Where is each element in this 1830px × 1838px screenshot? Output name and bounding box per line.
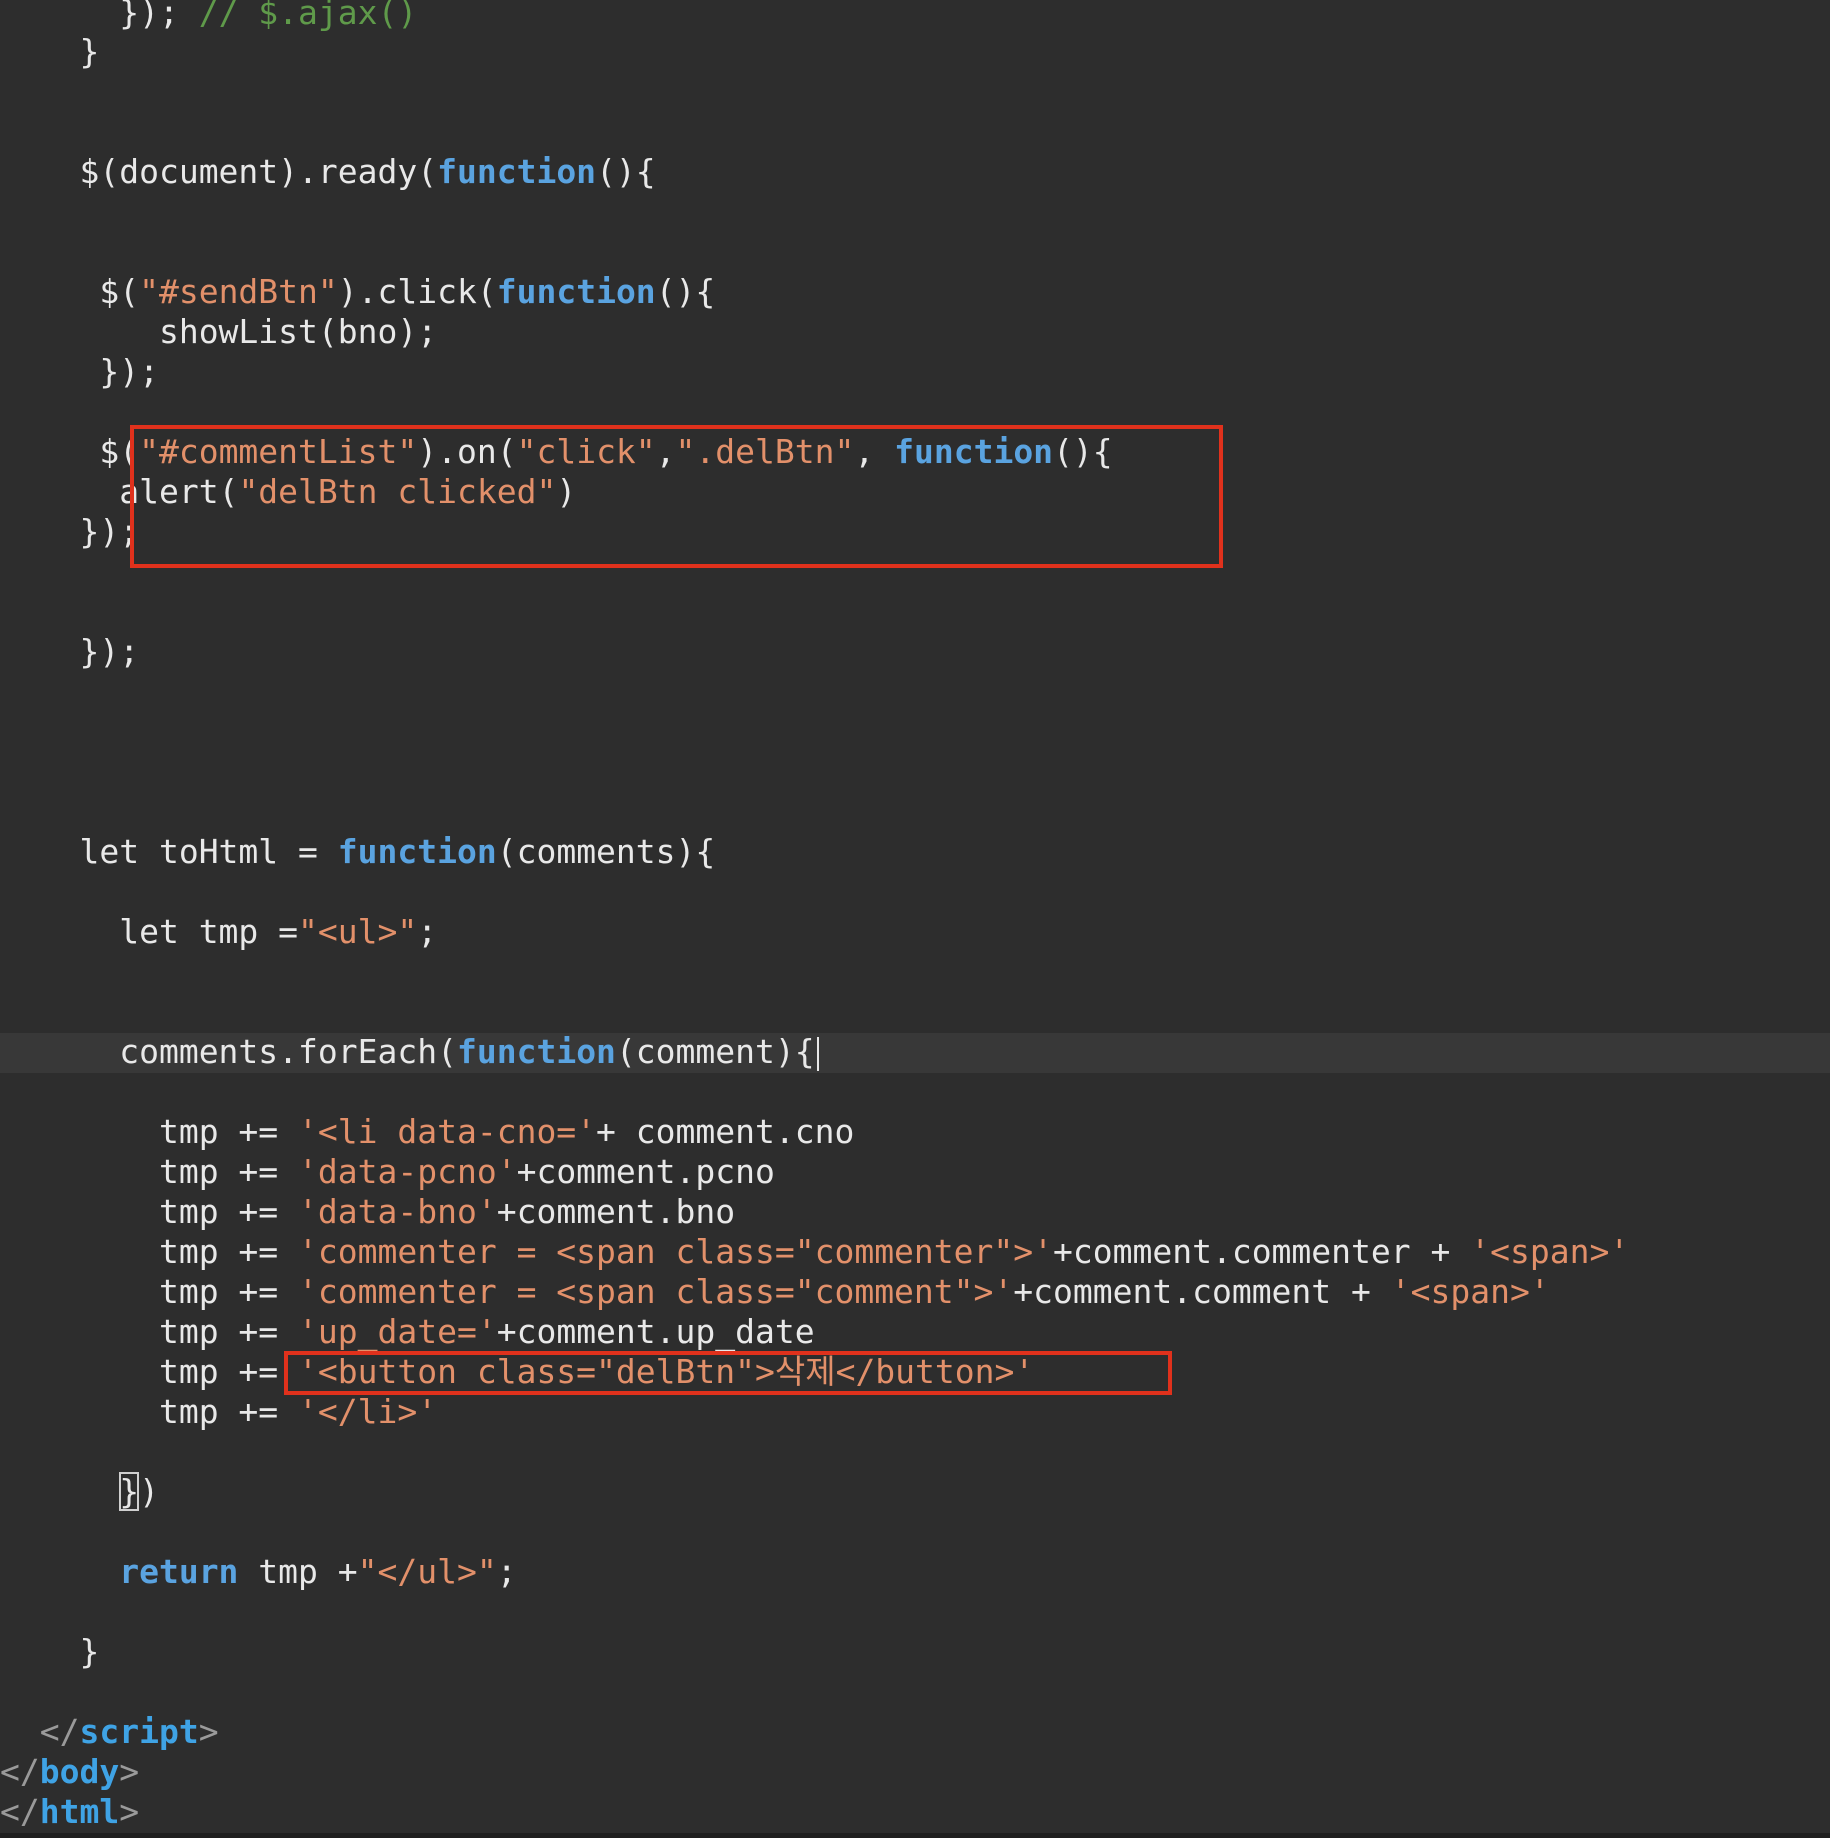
code-line: let toHtml = function(comments){ — [79, 832, 716, 871]
code-line: tmp += 'data-pcno'+comment.pcno — [158, 1152, 775, 1191]
code-line: }) — [119, 1472, 159, 1511]
editor-bottom-edge — [0, 1833, 1830, 1838]
code-line: showList(bno); — [158, 312, 438, 351]
code-line: </script> — [39, 1712, 219, 1751]
code-line: } — [79, 1632, 100, 1671]
code-line: </body> — [0, 1752, 140, 1791]
code-line: $(document).ready(function(){ — [79, 152, 656, 191]
code-line: tmp += 'up_date='+comment.up_date — [158, 1312, 815, 1351]
code-line-current: comments.forEach(function(comment){ — [0, 1032, 819, 1072]
code-line: } — [79, 32, 100, 71]
code-line: }); — [99, 352, 159, 391]
code-line: tmp += 'commenter = <span class="comment… — [158, 1272, 1550, 1311]
code-line: }); // $.ajax() — [119, 0, 418, 32]
code-line: }); — [79, 512, 140, 551]
annotation-box-delete-button-line — [284, 1351, 1172, 1395]
code-line: tmp += '<li data-cno='+ comment.cno — [158, 1112, 855, 1151]
code-line: tmp += '</li>' — [158, 1392, 438, 1431]
annotation-box-comment-list-handler — [130, 425, 1223, 568]
code-line: tmp += 'commenter = <span class="comment… — [158, 1232, 1630, 1271]
code-line: let tmp ="<ul>"; — [119, 912, 438, 951]
code-line: return tmp +"</ul>"; — [119, 1552, 517, 1591]
code-line: }); — [79, 632, 140, 671]
text-cursor — [816, 1036, 819, 1071]
code-line: $("#sendBtn").click(function(){ — [99, 272, 716, 311]
code-editor[interactable]: }); // $.ajax() } $(document).ready(func… — [0, 0, 1830, 1838]
code-line: </html> — [0, 1792, 140, 1831]
code-line: tmp += 'data-bno'+comment.bno — [158, 1192, 736, 1231]
matched-bracket: } — [119, 1472, 140, 1511]
